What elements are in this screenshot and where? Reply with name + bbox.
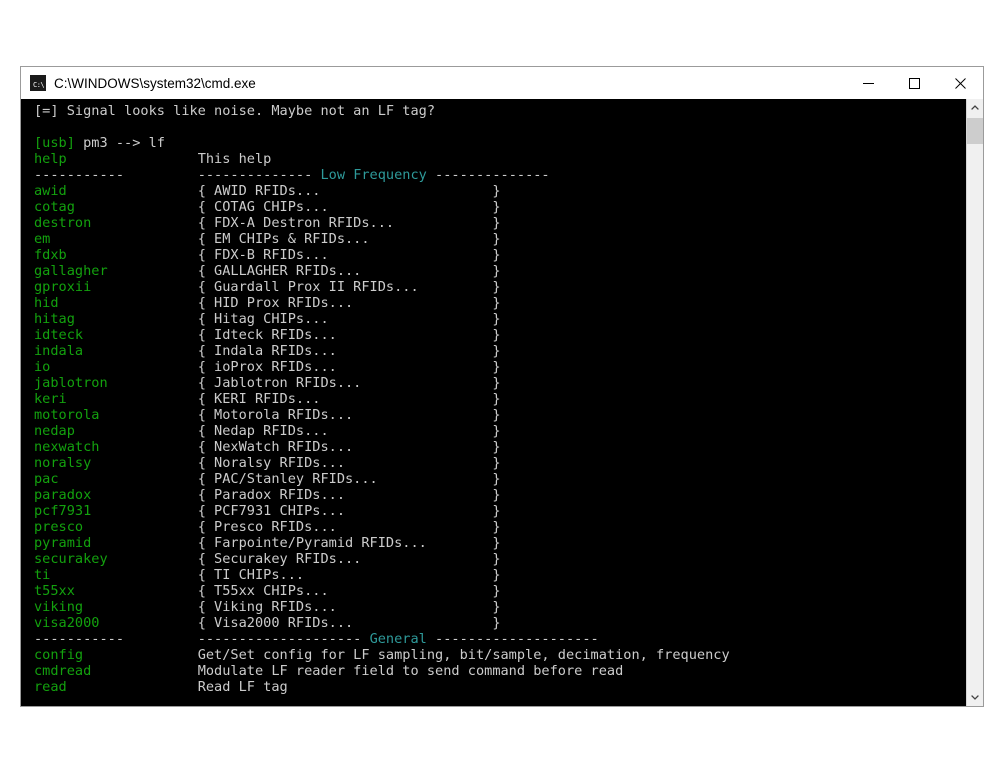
console-row-help: help This help <box>34 151 272 167</box>
maximize-button[interactable] <box>891 67 937 99</box>
maximize-icon <box>908 77 920 89</box>
console-command-row: paradox { Paradox RFIDs... } <box>34 487 501 503</box>
cmd-icon-prompt-glyph: C:\ <box>33 81 45 89</box>
console-command-row: securakey { Securakey RFIDs... } <box>34 551 501 567</box>
console-command-row: cmdread Modulate LF reader field to send… <box>34 663 624 679</box>
scroll-up-icon <box>971 105 979 110</box>
console-command-row: cotag { COTAG CHIPs... } <box>34 199 501 215</box>
console-section-header-general: ----------- -------------------- General… <box>34 631 599 647</box>
console-command-row: config Get/Set config for LF sampling, b… <box>34 647 730 663</box>
console-status-line: [=] Signal looks like noise. Maybe not a… <box>34 103 436 119</box>
console-command-row: pcf7931 { PCF7931 CHIPs... } <box>34 503 501 519</box>
console-command-row: pac { PAC/Stanley RFIDs... } <box>34 471 501 487</box>
console-command-row: destron { FDX-A Destron RFIDs... } <box>34 215 501 231</box>
close-button[interactable] <box>937 67 983 99</box>
console-command-row: jablotron { Jablotron RFIDs... } <box>34 375 501 391</box>
console-command-row: idteck { Idteck RFIDs... } <box>34 327 501 343</box>
console-prompt-line: [usb] pm3 --> lf <box>34 135 165 151</box>
console-command-row: gallagher { GALLAGHER RFIDs... } <box>34 263 501 279</box>
scrollbar-thumb[interactable] <box>967 118 983 144</box>
console-command-row: presco { Presco RFIDs... } <box>34 519 501 535</box>
console-command-row: em { EM CHIPs & RFIDs... } <box>34 231 501 247</box>
console-command-row: pyramid { Farpointe/Pyramid RFIDs... } <box>34 535 501 551</box>
console-output[interactable]: [=] Signal looks like noise. Maybe not a… <box>21 99 966 706</box>
console-area: [=] Signal looks like noise. Maybe not a… <box>21 99 983 706</box>
console-command-row: fdxb { FDX-B RFIDs... } <box>34 247 501 263</box>
console-command-row: hid { HID Prox RFIDs... } <box>34 295 501 311</box>
scroll-down-icon <box>971 695 979 700</box>
scroll-down-button[interactable] <box>967 689 983 706</box>
console-command-row: keri { KERI RFIDs... } <box>34 391 501 407</box>
console-section-header-lf: ----------- -------------- Low Frequency… <box>34 167 550 183</box>
console-command-row: nexwatch { NexWatch RFIDs... } <box>34 439 501 455</box>
scrollbar-track[interactable] <box>967 116 983 689</box>
console-command-row: hitag { Hitag CHIPs... } <box>34 311 501 327</box>
cmd-window: C:\ C:\WINDOWS\system32\cmd.exe [=] Sign… <box>20 66 984 707</box>
console-command-row: visa2000 { Visa2000 RFIDs... } <box>34 615 501 631</box>
console-scrollbar[interactable] <box>966 99 983 706</box>
console-command-row: nedap { Nedap RFIDs... } <box>34 423 501 439</box>
console-command-row: io { ioProx RFIDs... } <box>34 359 501 375</box>
console-command-row: noralsy { Noralsy RFIDs... } <box>34 455 501 471</box>
console-command-row: awid { AWID RFIDs... } <box>34 183 501 199</box>
minimize-button[interactable] <box>845 67 891 99</box>
window-controls <box>845 67 983 99</box>
close-icon <box>954 77 966 89</box>
scroll-up-button[interactable] <box>967 99 983 116</box>
console-command-row: indala { Indala RFIDs... } <box>34 343 501 359</box>
minimize-icon <box>862 82 874 84</box>
console-command-row: read Read LF tag <box>34 679 288 695</box>
window-title: C:\WINDOWS\system32\cmd.exe <box>54 75 256 91</box>
console-command-row: ti { TI CHIPs... } <box>34 567 501 583</box>
console-command-row: t55xx { T55xx CHIPs... } <box>34 583 501 599</box>
cmd-console-icon: C:\ <box>30 75 46 91</box>
title-bar[interactable]: C:\ C:\WINDOWS\system32\cmd.exe <box>21 67 983 99</box>
console-command-row: gproxii { Guardall Prox II RFIDs... } <box>34 279 501 295</box>
console-command-row: motorola { Motorola RFIDs... } <box>34 407 501 423</box>
console-command-row: viking { Viking RFIDs... } <box>34 599 501 615</box>
